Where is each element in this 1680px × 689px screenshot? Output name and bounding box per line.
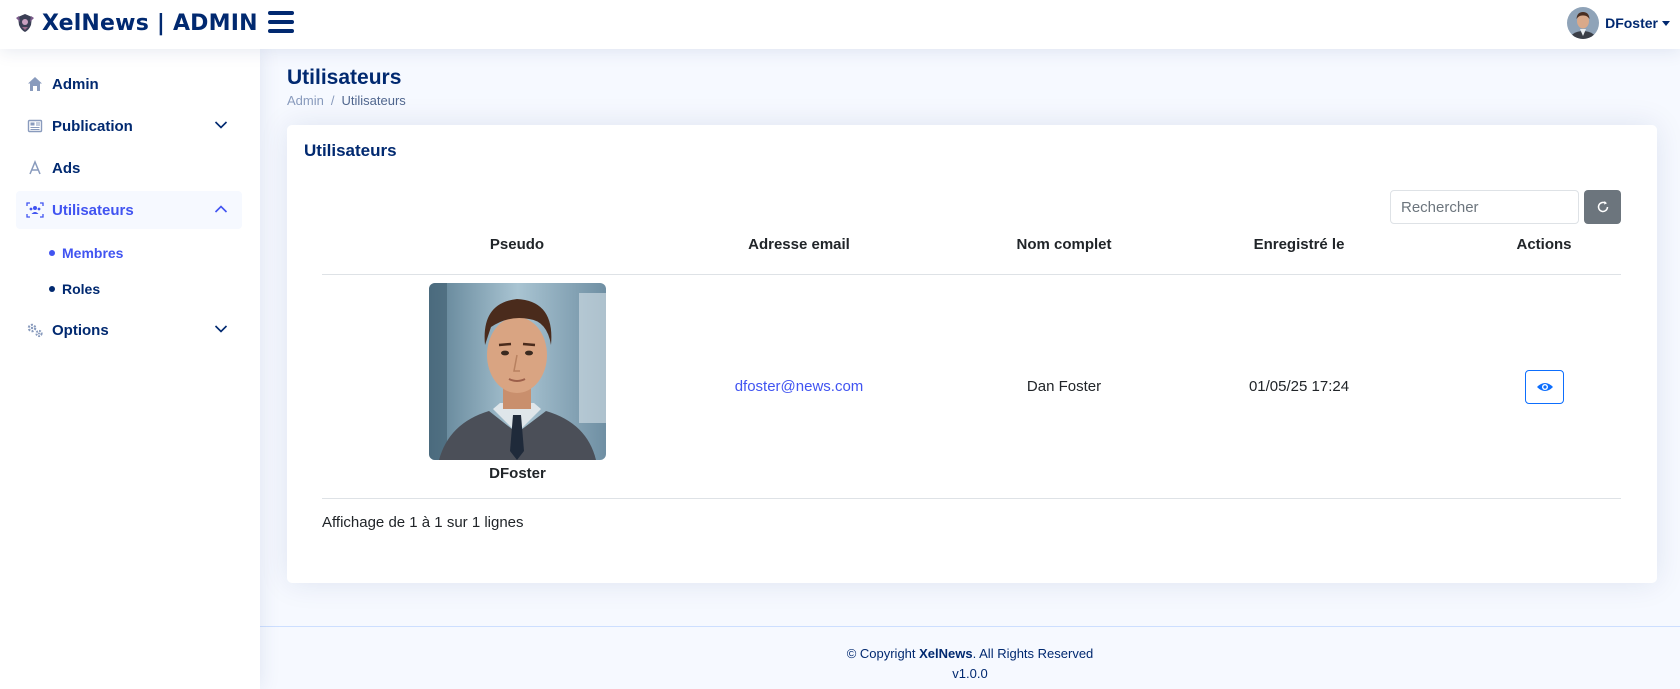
sidebar-subitem-roles[interactable]: Roles — [49, 277, 100, 301]
brand-logo[interactable]: XelNews | ADMIN — [14, 8, 258, 38]
column-header-actions: Actions — [1516, 236, 1572, 253]
sidebar-subitem-label: Membres — [62, 245, 124, 261]
breadcrumb-link-admin[interactable]: Admin — [287, 93, 324, 108]
breadcrumb-separator: / — [330, 93, 335, 108]
divider — [322, 274, 1621, 275]
sidebar-item-publication[interactable]: Publication — [16, 107, 242, 145]
shield-crest-icon — [16, 14, 34, 32]
chevron-up-icon — [214, 205, 228, 213]
footer: © Copyright XelNews. All Rights Reserved… — [260, 626, 1680, 689]
card-title: Utilisateurs — [304, 141, 397, 160]
sidebar-subitem-label: Roles — [62, 281, 101, 297]
ads-icon — [26, 159, 44, 177]
sidebar-subitem-membres[interactable]: Membres — [49, 241, 123, 265]
refresh-button[interactable] — [1584, 190, 1621, 224]
hamburger-icon[interactable] — [268, 11, 294, 33]
copyright-brand: XelNews — [919, 646, 973, 661]
top-header: XelNews | ADMIN DFoster — [0, 0, 1680, 49]
caret-down-icon — [1662, 20, 1670, 26]
users-icon — [26, 201, 44, 219]
home-icon — [26, 75, 44, 93]
column-header-registered[interactable]: Enregistré le — [1219, 236, 1379, 253]
copyright: © Copyright XelNews. All Rights Reserved — [260, 646, 1680, 661]
page-title: Utilisateurs — [287, 66, 402, 89]
user-registered-date: 01/05/25 17:24 — [1248, 378, 1350, 395]
divider — [322, 498, 1621, 499]
version: v1.0.0 — [952, 666, 988, 681]
sidebar-item-label: Options — [52, 321, 109, 339]
copyright-suffix: . All Rights Reserved — [972, 646, 1094, 661]
eye-icon — [1536, 383, 1553, 391]
search-input[interactable] — [1390, 190, 1579, 224]
avatar — [1567, 7, 1600, 39]
pagination-info: Affichage de 1 à 1 sur 1 lignes — [322, 514, 524, 531]
sidebar-item-options[interactable]: Options — [16, 311, 242, 349]
sidebar-item-admin[interactable]: Admin — [16, 65, 242, 103]
gears-icon — [26, 321, 44, 339]
breadcrumb: Admin / Utilisateurs — [287, 93, 406, 108]
user-menu[interactable]: DFoster — [1567, 7, 1670, 39]
bullet-icon — [49, 250, 55, 256]
user-name: DFoster — [1605, 15, 1658, 31]
view-user-button[interactable] — [1525, 370, 1564, 404]
user-pseudo: DFoster — [489, 465, 546, 482]
sidebar: Admin Publication Ads Utilisateurs Membr… — [0, 49, 260, 689]
chevron-down-icon — [214, 121, 228, 129]
sidebar-item-utilisateurs[interactable]: Utilisateurs — [16, 191, 242, 229]
breadcrumb-current: Utilisateurs — [341, 93, 406, 108]
sidebar-item-ads[interactable]: Ads — [16, 149, 242, 187]
sidebar-item-label: Utilisateurs — [52, 201, 134, 219]
user-email-link[interactable]: dfoster@news.com — [719, 378, 879, 395]
user-fullname: Dan Foster — [1026, 378, 1102, 395]
chevron-down-icon — [214, 325, 228, 333]
sidebar-item-label: Publication — [52, 117, 133, 135]
brand-name: XelNews | ADMIN — [42, 10, 258, 36]
sidebar-item-label: Ads — [52, 159, 81, 177]
users-card: Utilisateurs Pseudo Adresse email Nom co… — [287, 125, 1657, 583]
copyright-prefix: © Copyright — [846, 646, 920, 661]
column-header-fullname[interactable]: Nom complet — [984, 236, 1144, 253]
sidebar-item-label: Admin — [52, 75, 99, 93]
refresh-icon — [1597, 201, 1608, 213]
newspaper-icon — [26, 117, 44, 135]
column-header-pseudo[interactable]: Pseudo — [432, 236, 602, 253]
bullet-icon — [49, 286, 55, 292]
user-photo — [429, 283, 606, 460]
column-header-email[interactable]: Adresse email — [719, 236, 879, 253]
